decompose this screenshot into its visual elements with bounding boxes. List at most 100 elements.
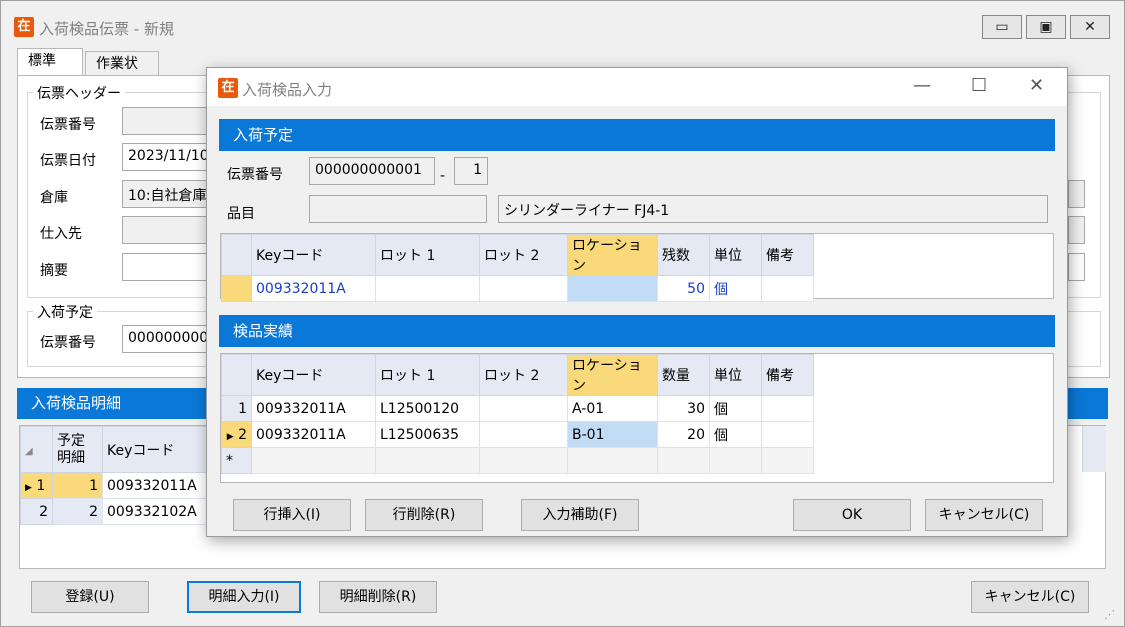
row-header-2[interactable]: 2 bbox=[20, 498, 53, 525]
col-note[interactable]: 備考 bbox=[761, 354, 814, 396]
location-cell[interactable] bbox=[567, 275, 658, 302]
resize-grip-icon[interactable]: ⋰ bbox=[1104, 608, 1115, 621]
new-row-header[interactable]: * bbox=[221, 447, 252, 474]
col-unit[interactable]: 単位 bbox=[709, 354, 762, 396]
col-quantity[interactable]: 数量 bbox=[657, 354, 710, 396]
delete-row-button[interactable]: 行削除(R) bbox=[365, 499, 483, 531]
result-row-header-1[interactable]: 1 bbox=[221, 395, 252, 422]
col-unit[interactable]: 単位 bbox=[709, 234, 762, 276]
right-field-1[interactable] bbox=[1068, 180, 1085, 208]
slip-date-field[interactable]: 2023/11/10 bbox=[122, 143, 212, 171]
main-title-bar: 在 入荷検品伝票 - 新規 ▭ ▣ ✕ bbox=[1, 1, 1124, 39]
note-cell[interactable] bbox=[761, 421, 814, 448]
tab-standard[interactable]: 標準 bbox=[17, 48, 83, 77]
quantity-cell[interactable]: 30 bbox=[657, 395, 710, 422]
dialog-cancel-button[interactable]: キャンセル(C) bbox=[925, 499, 1043, 531]
main-cancel-button[interactable]: キャンセル(C) bbox=[971, 581, 1089, 613]
col-note[interactable]: 備考 bbox=[761, 234, 814, 276]
warehouse-label: 倉庫 bbox=[40, 190, 68, 206]
new-row-cell[interactable] bbox=[375, 447, 480, 474]
col-key-code[interactable]: Keyコード bbox=[251, 354, 376, 396]
warehouse-field[interactable]: 10:自社倉庫 bbox=[122, 180, 212, 208]
col-lot2[interactable]: ロット 2 bbox=[479, 354, 568, 396]
result-grid-corner[interactable] bbox=[221, 354, 252, 396]
col-location[interactable]: ロケーション bbox=[567, 234, 658, 276]
new-row-cell[interactable] bbox=[657, 447, 710, 474]
location-cell[interactable]: A-01 bbox=[567, 395, 658, 422]
new-row-cell[interactable] bbox=[709, 447, 762, 474]
new-row-cell[interactable] bbox=[761, 447, 814, 474]
col-lot1[interactable]: ロット 1 bbox=[375, 234, 480, 276]
dash-label: - bbox=[440, 168, 446, 184]
supplier-field[interactable] bbox=[122, 216, 212, 244]
plan-cell[interactable]: 1 bbox=[52, 472, 103, 499]
dlg-line-no-field[interactable]: 1 bbox=[454, 157, 488, 185]
detail-input-button[interactable]: 明細入力(I) bbox=[187, 581, 301, 613]
new-row-cell[interactable] bbox=[479, 447, 568, 474]
plan-group-title: 入荷予定 bbox=[33, 302, 97, 322]
col-key-code[interactable]: Keyコード bbox=[102, 426, 213, 473]
row-header-1[interactable]: ▶ 1 bbox=[20, 472, 53, 499]
register-button[interactable]: 登録(U) bbox=[31, 581, 149, 613]
lot1-cell[interactable] bbox=[375, 275, 480, 302]
key-cell[interactable]: 009332011A bbox=[102, 472, 213, 499]
unit-cell[interactable]: 個 bbox=[709, 275, 762, 302]
tab-work-status[interactable]: 作業状況 bbox=[85, 51, 159, 96]
app-icon: 在 bbox=[14, 17, 34, 37]
right-field-3[interactable] bbox=[1068, 253, 1085, 281]
key-cell[interactable]: 009332102A bbox=[102, 498, 213, 525]
col-lot2[interactable]: ロット 2 bbox=[479, 234, 568, 276]
dialog-minimize-icon[interactable]: — bbox=[913, 75, 931, 96]
location-cell[interactable]: B-01 bbox=[567, 421, 658, 448]
col-lot1[interactable]: ロット 1 bbox=[375, 354, 480, 396]
input-assist-button[interactable]: 入力補助(F) bbox=[521, 499, 639, 531]
note-cell[interactable] bbox=[761, 275, 814, 302]
plan-section-title: 入荷予定 bbox=[219, 119, 1055, 151]
key-cell[interactable]: 009332011A bbox=[251, 421, 376, 448]
col-remaining[interactable]: 残数 bbox=[657, 234, 710, 276]
key-cell[interactable]: 009332011A bbox=[251, 395, 376, 422]
row-number: 1 bbox=[36, 477, 46, 494]
lot2-cell[interactable] bbox=[479, 421, 568, 448]
detail-delete-button[interactable]: 明細削除(R) bbox=[319, 581, 437, 613]
lot2-cell[interactable] bbox=[479, 395, 568, 422]
maximize-button[interactable]: ▣ bbox=[1026, 15, 1066, 39]
right-field-2[interactable] bbox=[1068, 216, 1085, 244]
minimize-button[interactable]: ▭ bbox=[982, 15, 1022, 39]
remaining-cell[interactable]: 50 bbox=[657, 275, 710, 302]
result-section-title: 検品実績 bbox=[219, 315, 1055, 347]
new-row-cell[interactable] bbox=[567, 447, 658, 474]
result-row-header-2[interactable]: ▶ 2 bbox=[221, 421, 252, 448]
col-location[interactable]: ロケーション bbox=[567, 354, 658, 396]
lot1-cell[interactable]: L12500635 bbox=[375, 421, 480, 448]
plan-grid: Keyコード ロット 1 ロット 2 ロケーション 残数 単位 備考 00933… bbox=[221, 234, 814, 302]
lot1-cell[interactable]: L12500120 bbox=[375, 395, 480, 422]
key-cell[interactable]: 009332011A bbox=[251, 275, 376, 302]
dialog-close-icon[interactable]: ✕ bbox=[1029, 75, 1044, 96]
quantity-cell[interactable]: 20 bbox=[657, 421, 710, 448]
item-name-field[interactable]: シリンダーライナー FJ4-1 bbox=[498, 195, 1048, 223]
dialog-maximize-icon[interactable]: ☐ bbox=[971, 75, 987, 96]
plan-grid-area: Keyコード ロット 1 ロット 2 ロケーション 残数 単位 備考 00933… bbox=[220, 233, 1054, 302]
new-row-cell[interactable] bbox=[251, 447, 376, 474]
grid-corner[interactable]: ◢ bbox=[20, 426, 53, 473]
memo-field[interactable] bbox=[122, 253, 212, 281]
plan-cell[interactable]: 2 bbox=[52, 498, 103, 525]
note-cell[interactable] bbox=[761, 395, 814, 422]
plan-row-header[interactable] bbox=[221, 275, 252, 302]
unit-cell[interactable]: 個 bbox=[709, 421, 762, 448]
plan-slip-no-field[interactable]: 000000000001 bbox=[122, 325, 212, 353]
slip-no-field[interactable] bbox=[122, 107, 212, 135]
unit-cell[interactable]: 個 bbox=[709, 395, 762, 422]
lot2-cell[interactable] bbox=[479, 275, 568, 302]
close-button[interactable]: ✕ bbox=[1070, 15, 1110, 39]
col-plan-detail[interactable]: 予定 明細 bbox=[52, 426, 103, 473]
ok-button[interactable]: OK bbox=[793, 499, 911, 531]
dlg-slip-no-field[interactable]: 000000000001 bbox=[309, 157, 435, 185]
detail-grid: ◢ 予定 明細 Keyコード ▶ 1 1 009332011A 2 2 0093… bbox=[20, 426, 213, 525]
item-code-field[interactable] bbox=[309, 195, 487, 223]
dialog-app-icon: 在 bbox=[218, 78, 238, 98]
col-key-code[interactable]: Keyコード bbox=[251, 234, 376, 276]
insert-row-button[interactable]: 行挿入(I) bbox=[233, 499, 351, 531]
plan-grid-corner[interactable] bbox=[221, 234, 252, 276]
